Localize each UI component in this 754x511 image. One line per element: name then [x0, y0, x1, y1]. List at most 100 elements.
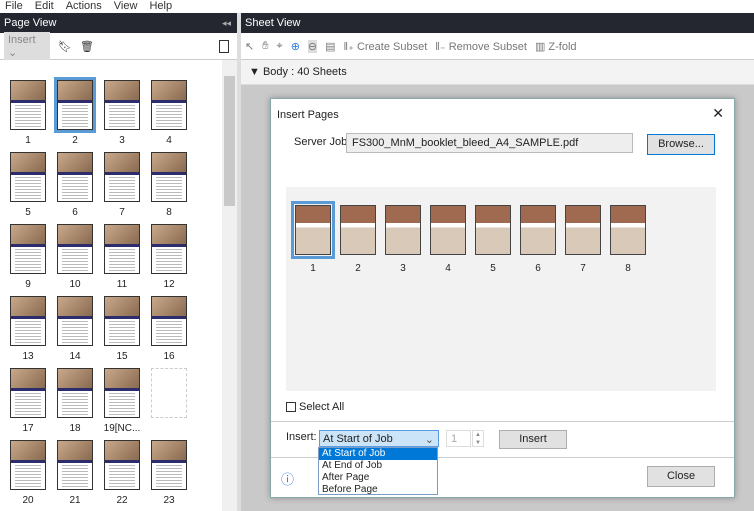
- job-page-label: 6: [535, 263, 541, 274]
- page-label: 12: [163, 279, 175, 290]
- trash-icon[interactable]: 🗑︎: [80, 40, 94, 53]
- menu-help[interactable]: Help: [149, 0, 172, 13]
- insert-button[interactable]: Insert: [499, 430, 567, 449]
- page-label: 7: [119, 207, 125, 218]
- job-page-thumbnail[interactable]: [610, 205, 646, 255]
- job-pages-list: 1 2 3 4 5 6 7 8: [286, 187, 716, 391]
- bookmark-icon[interactable]: 🔖︎: [58, 40, 72, 53]
- job-page-label: 4: [445, 263, 451, 274]
- page-view-toolbar: Insert ⌄ 🔖︎ 🗑︎: [0, 31, 237, 61]
- collapse-icon[interactable]: ◂◂: [222, 13, 231, 33]
- dialog-title: Insert Pages: [277, 109, 339, 121]
- page-thumbnail[interactable]: [54, 77, 96, 133]
- page-label: 17: [22, 423, 34, 434]
- page-label: 22: [116, 495, 128, 506]
- page-thumbnail[interactable]: [151, 80, 187, 130]
- page-label: 11: [116, 279, 128, 290]
- ruler-icon[interactable]: ⌖: [277, 40, 283, 53]
- scrollbar-thumb[interactable]: [224, 76, 235, 206]
- page-thumbnail[interactable]: [57, 368, 93, 418]
- sheet-view-header: Sheet View: [241, 13, 754, 33]
- insert-select[interactable]: Insert ⌄: [4, 31, 50, 61]
- browse-button[interactable]: Browse...: [647, 134, 715, 155]
- job-page-thumbnail[interactable]: [291, 201, 335, 259]
- page-thumbnail[interactable]: [151, 440, 187, 490]
- menu-bar: File Edit Actions View Help: [0, 0, 754, 13]
- page-label: 5: [25, 207, 31, 218]
- page-thumbnail[interactable]: [104, 152, 140, 202]
- job-page-thumbnail[interactable]: [340, 205, 376, 255]
- server-job-label: Server Job:: [294, 136, 351, 148]
- option-after-page[interactable]: After Page: [319, 472, 437, 484]
- insert-pages-dialog: Insert Pages ✕ Server Job: FS300_MnM_boo…: [270, 98, 735, 498]
- option-start-of-job[interactable]: At Start of Job: [319, 448, 437, 460]
- page-label: 6: [72, 207, 78, 218]
- page-thumbnail[interactable]: [57, 440, 93, 490]
- page-thumbnail[interactable]: [151, 296, 187, 346]
- page-thumbnail[interactable]: [151, 224, 187, 274]
- server-job-field[interactable]: FS300_MnM_booklet_bleed_A4_SAMPLE.pdf: [346, 133, 633, 153]
- page-thumbnail[interactable]: [57, 224, 93, 274]
- insert-position-dropdown: At Start of Job At End of Job After Page…: [318, 447, 438, 495]
- page-number-stepper[interactable]: ▲ ▼: [472, 430, 484, 447]
- page-label: 16: [163, 351, 175, 362]
- option-before-page[interactable]: Before Page: [319, 484, 437, 496]
- zfold-button[interactable]: ▥ Z-fold: [535, 40, 577, 53]
- zoom-out-icon[interactable]: ⊖: [307, 39, 318, 53]
- menu-file[interactable]: File: [5, 0, 23, 13]
- remove-subset-button[interactable]: ‖₋ Remove Subset: [435, 40, 527, 53]
- page-thumbnail[interactable]: [104, 440, 140, 490]
- page-thumbnail[interactable]: [104, 80, 140, 130]
- page-thumbnail[interactable]: [10, 80, 46, 130]
- page-label: 4: [166, 135, 172, 146]
- page-label: 23: [163, 495, 175, 506]
- page-thumbnail[interactable]: [151, 368, 187, 418]
- menu-view[interactable]: View: [114, 0, 138, 13]
- page-thumbnail[interactable]: [10, 224, 46, 274]
- page-thumbnail[interactable]: [104, 224, 140, 274]
- page-thumbnail[interactable]: [104, 296, 140, 346]
- job-page-thumbnail[interactable]: [520, 205, 556, 255]
- page-thumbnail[interactable]: [10, 152, 46, 202]
- sheet-view-toolbar: ↖ ✋︎ ⌖ ⊕ ⊖ ▤ ‖₊ Create Subset ‖₋ Remove …: [241, 33, 754, 60]
- body-section[interactable]: ▼ Body : 40 Sheets: [241, 60, 754, 85]
- job-page-label: 8: [625, 263, 631, 274]
- menu-edit[interactable]: Edit: [35, 0, 54, 13]
- page-label: 14: [69, 351, 81, 362]
- page-number-field[interactable]: 1: [446, 430, 471, 447]
- job-page-thumbnail[interactable]: [475, 205, 511, 255]
- insert-position-select[interactable]: At Start of Job ⌄: [319, 430, 439, 447]
- page-thumbnail[interactable]: [104, 368, 140, 418]
- job-page-thumbnail[interactable]: [385, 205, 421, 255]
- page-label: 10: [69, 279, 81, 290]
- job-page-label: 1: [310, 263, 316, 274]
- zoom-in-icon[interactable]: ⊕: [291, 40, 300, 53]
- page-thumbnail[interactable]: [10, 440, 46, 490]
- page-label: 19[NC...: [103, 423, 141, 434]
- page-thumbnail[interactable]: [10, 368, 46, 418]
- page-label: 9: [25, 279, 31, 290]
- pointer-icon[interactable]: ↖: [245, 40, 254, 53]
- page-label: 3: [119, 135, 125, 146]
- menu-actions[interactable]: Actions: [66, 0, 102, 13]
- job-page-thumbnail[interactable]: [565, 205, 601, 255]
- page-thumbnail[interactable]: [57, 152, 93, 202]
- job-page-label: 7: [580, 263, 586, 274]
- page-thumbnail[interactable]: [57, 296, 93, 346]
- page-label: 1: [25, 135, 31, 146]
- body-label: Body : 40 Sheets: [262, 66, 347, 78]
- page-label: 13: [22, 351, 34, 362]
- info-icon[interactable]: ⓘ: [281, 469, 294, 488]
- page-icon[interactable]: [219, 39, 229, 53]
- close-icon[interactable]: ✕: [712, 105, 724, 122]
- page-thumbnail[interactable]: [151, 152, 187, 202]
- create-subset-button[interactable]: ‖₊ Create Subset: [344, 40, 428, 53]
- close-button[interactable]: Close: [647, 466, 715, 487]
- option-end-of-job[interactable]: At End of Job: [319, 460, 437, 472]
- job-page-label: 5: [490, 263, 496, 274]
- sheet-icon[interactable]: ▤: [325, 40, 335, 53]
- hand-icon[interactable]: ✋︎: [262, 40, 268, 53]
- page-thumbnail[interactable]: [10, 296, 46, 346]
- select-all-checkbox[interactable]: Select All: [286, 401, 344, 413]
- job-page-thumbnail[interactable]: [430, 205, 466, 255]
